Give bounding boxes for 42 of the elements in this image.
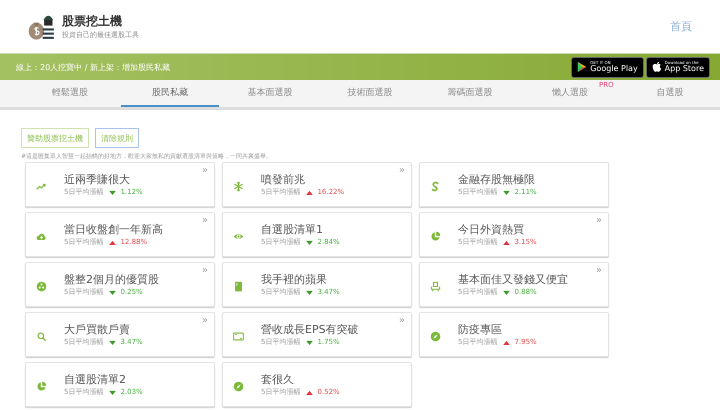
card-title: 套很久 — [261, 372, 295, 387]
pie-chart-icon — [430, 230, 441, 242]
nav-tab[interactable]: 基本面選股 — [240, 80, 300, 107]
card-title: 自選股清單2 — [64, 372, 127, 387]
card-title: 營收成長EPS有突破 — [261, 322, 359, 337]
snowflake-icon — [233, 180, 244, 192]
nav-tab[interactable]: 籌碼面選股 — [440, 80, 500, 107]
card-title: 噴發前兆 — [261, 172, 306, 187]
nav-tab[interactable]: 技術面選股 — [340, 80, 400, 107]
chair-icon — [430, 280, 441, 292]
frame-icon — [233, 330, 244, 342]
card-title: 自選股清單1 — [261, 222, 324, 237]
nav-tab[interactable]: 懶人選股 — [544, 80, 596, 107]
card-title: 大戶買散戶賣 — [64, 322, 131, 337]
more-link[interactable]: » — [202, 215, 208, 227]
more-link[interactable]: » — [202, 315, 208, 327]
more-link[interactable]: » — [398, 315, 405, 327]
nav-tab[interactable]: 自選股 — [648, 80, 692, 107]
book-icon — [233, 280, 244, 292]
card-title: 防疫專區 — [458, 322, 503, 337]
search-icon — [36, 330, 47, 342]
banner-text: 線上：20人挖寶中 / 新上架：增加股民私藏 — [16, 62, 170, 72]
card-title: 今日外資熱買 — [458, 222, 525, 237]
card-title: 我手裡的蘋果 — [261, 272, 328, 287]
card-title: 近兩季賺很大 — [64, 172, 131, 187]
dollar-icon — [430, 180, 441, 192]
more-link[interactable]: » — [202, 265, 208, 277]
compass-icon — [233, 380, 244, 392]
card-title: 盤整2個月的優質股 — [64, 272, 159, 287]
palette-icon — [36, 280, 47, 292]
more-link[interactable]: » — [596, 215, 602, 227]
nav-tab[interactable]: 股民私藏 — [121, 80, 219, 107]
card-title: 基本面佳又發錢又便宜 — [458, 272, 568, 287]
card-title: 當日收盤創一年新高 — [64, 222, 163, 237]
more-link[interactable]: » — [202, 165, 208, 177]
site-title: 股票挖土機 — [62, 13, 123, 30]
more-link[interactable]: » — [596, 265, 602, 277]
compass-icon — [430, 330, 441, 342]
more-link[interactable]: » — [398, 165, 405, 177]
nav-tab[interactable]: 輕鬆選股 — [44, 80, 96, 107]
card-title: 金融存股無極限 — [458, 172, 536, 187]
pie-chart-icon — [36, 380, 47, 392]
